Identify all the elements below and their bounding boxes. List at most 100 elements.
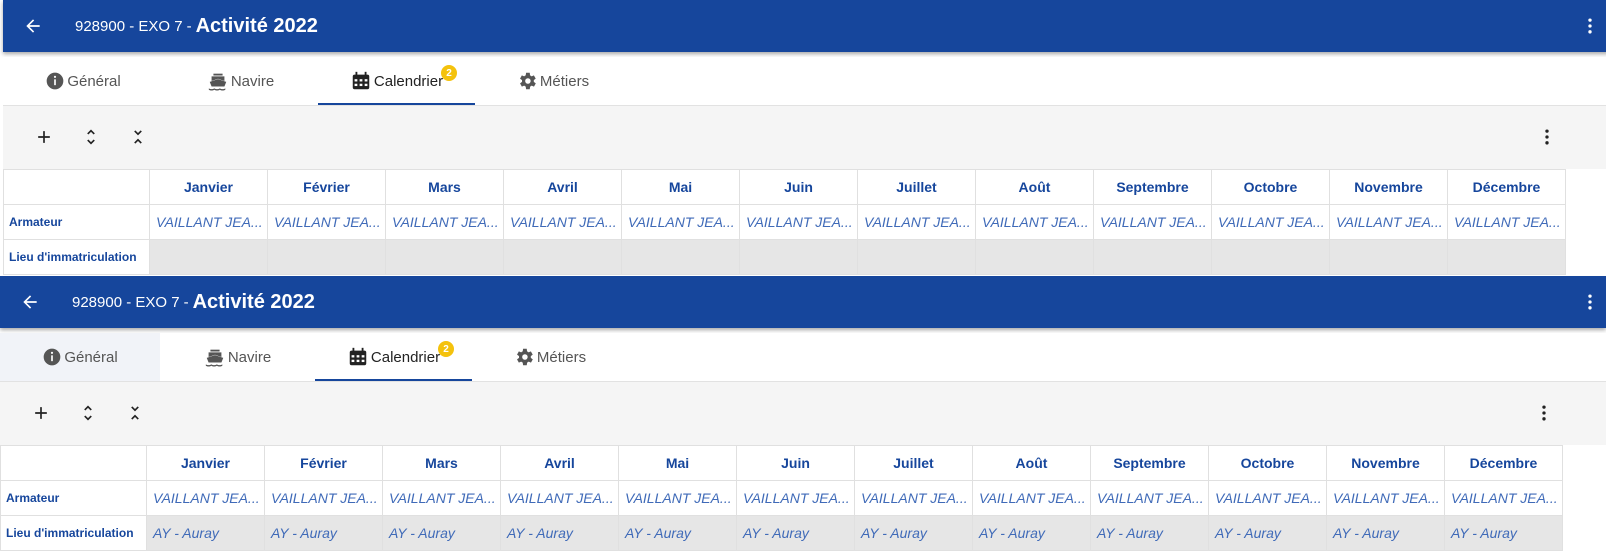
app-bar: 928900 - EXO 7- Activité 2022 — [3, 0, 1606, 52]
month-cell[interactable] — [385, 239, 504, 275]
month-cell[interactable]: VAILLANT JEA... — [382, 480, 501, 516]
month-cell[interactable]: VAILLANT JEA... — [500, 480, 619, 516]
month-cell[interactable]: VAILLANT JEA... — [1444, 480, 1563, 516]
month-cell[interactable]: AY - Auray — [1090, 515, 1209, 551]
month-cell[interactable]: VAILLANT JEA... — [972, 480, 1091, 516]
more-vert-icon[interactable] — [1576, 288, 1604, 316]
more-vert-icon[interactable] — [1532, 122, 1562, 152]
month-cell[interactable]: VAILLANT JEA... — [618, 480, 737, 516]
month-cell[interactable]: VAILLANT JEA... — [267, 204, 386, 240]
month-cell[interactable]: VAILLANT JEA... — [854, 480, 973, 516]
gear-icon — [516, 70, 540, 92]
month-cell[interactable] — [1211, 239, 1330, 275]
month-header: Juillet — [854, 445, 973, 481]
month-cell[interactable]: VAILLANT JEA... — [975, 204, 1094, 240]
month-cell[interactable]: VAILLANT JEA... — [149, 204, 268, 240]
month-cell[interactable]: AY - Auray — [264, 515, 383, 551]
month-header: Septembre — [1093, 169, 1212, 205]
tab-label: Calendrier — [370, 348, 441, 366]
tab-bar: Général Navire Calendrier 2 Métiers — [0, 333, 1606, 382]
month-cell[interactable] — [267, 239, 386, 275]
calendar-toolbar — [0, 382, 1606, 445]
month-cell[interactable]: AY - Auray — [1326, 515, 1445, 551]
tab-general[interactable]: Général — [3, 57, 163, 105]
month-cell[interactable]: VAILLANT JEA... — [264, 480, 383, 516]
month-cell[interactable] — [503, 239, 622, 275]
calendar-grid: Janvier Février Mars Avril Mai Juin Juillet Aoû… — [3, 169, 1606, 275]
tab-label: Métiers — [536, 348, 587, 366]
month-cell[interactable] — [1329, 239, 1448, 275]
tab-badge: 2 — [441, 65, 457, 81]
month-header: Novembre — [1326, 445, 1445, 481]
tab-calendrier[interactable]: Calendrier 2 — [318, 57, 475, 105]
month-cell[interactable]: AY - Auray — [1444, 515, 1563, 551]
tab-general[interactable]: Général — [0, 333, 160, 381]
month-header: Décembre — [1444, 445, 1563, 481]
month-cell[interactable] — [621, 239, 740, 275]
month-header: Septembre — [1090, 445, 1209, 481]
month-cell[interactable] — [975, 239, 1094, 275]
gear-icon — [513, 346, 537, 368]
month-cell[interactable]: VAILLANT JEA... — [385, 204, 504, 240]
month-cell[interactable]: AY - Auray — [972, 515, 1091, 551]
collapse-icon[interactable] — [123, 122, 153, 152]
month-cell[interactable]: VAILLANT JEA... — [1211, 204, 1330, 240]
row-label: Armateur — [0, 480, 147, 516]
calendar-icon — [350, 70, 374, 92]
add-icon[interactable] — [29, 122, 59, 152]
month-header: Janvier — [149, 169, 268, 205]
month-cell[interactable]: VAILLANT JEA... — [736, 480, 855, 516]
expand-icon[interactable] — [73, 398, 103, 428]
month-cell[interactable]: VAILLANT JEA... — [1090, 480, 1209, 516]
tab-navire[interactable]: Navire — [160, 333, 315, 381]
month-header: Avril — [503, 169, 622, 205]
table-row: Lieu d'immatriculation — [3, 239, 1566, 275]
activity-panel-1: 928900 - EXO 7- Activité 2022 Général Navir… — [0, 0, 1606, 276]
month-cell[interactable]: VAILLANT JEA... — [1093, 204, 1212, 240]
ship-icon — [204, 346, 228, 368]
month-cell[interactable]: VAILLANT JEA... — [1208, 480, 1327, 516]
month-cell[interactable]: VAILLANT JEA... — [1329, 204, 1448, 240]
month-cell[interactable]: VAILLANT JEA... — [1447, 204, 1566, 240]
month-cell[interactable]: AY - Auray — [500, 515, 619, 551]
collapse-icon[interactable] — [120, 398, 150, 428]
app-bar: 928900 - EXO 7- Activité 2022 — [0, 276, 1606, 328]
month-header: Juin — [736, 445, 855, 481]
add-icon[interactable] — [26, 398, 56, 428]
info-icon — [45, 71, 67, 91]
month-cell[interactable] — [739, 239, 858, 275]
month-cell[interactable]: VAILLANT JEA... — [621, 204, 740, 240]
tab-metiers[interactable]: Métiers — [472, 333, 627, 381]
month-cell[interactable] — [1093, 239, 1212, 275]
month-cell[interactable]: AY - Auray — [146, 515, 265, 551]
month-cell[interactable]: VAILLANT JEA... — [739, 204, 858, 240]
month-header: Avril — [500, 445, 619, 481]
calendar-toolbar — [3, 106, 1606, 169]
month-header: Octobre — [1208, 445, 1327, 481]
back-arrow-icon[interactable] — [17, 10, 49, 42]
month-cell[interactable]: AY - Auray — [736, 515, 855, 551]
back-arrow-icon[interactable] — [14, 286, 46, 318]
more-vert-icon[interactable] — [1529, 398, 1559, 428]
month-header: Mars — [385, 169, 504, 205]
tab-navire[interactable]: Navire — [163, 57, 318, 105]
month-cell[interactable]: VAILLANT JEA... — [146, 480, 265, 516]
month-cell[interactable] — [857, 239, 976, 275]
month-header: Mars — [382, 445, 501, 481]
more-vert-icon[interactable] — [1576, 12, 1604, 40]
month-cell[interactable] — [1447, 239, 1566, 275]
month-cell[interactable]: AY - Auray — [618, 515, 737, 551]
tab-calendrier[interactable]: Calendrier 2 — [315, 333, 472, 381]
month-cell[interactable]: VAILLANT JEA... — [503, 204, 622, 240]
month-cell[interactable]: AY - Auray — [1208, 515, 1327, 551]
month-cell[interactable]: AY - Auray — [382, 515, 501, 551]
page-title: 928900 - EXO 7- Activité 2022 — [72, 276, 315, 328]
expand-icon[interactable] — [76, 122, 106, 152]
month-cell[interactable] — [149, 239, 268, 275]
tab-metiers[interactable]: Métiers — [475, 57, 630, 105]
month-cell[interactable]: AY - Auray — [854, 515, 973, 551]
month-cell[interactable]: VAILLANT JEA... — [1326, 480, 1445, 516]
month-cell[interactable]: VAILLANT JEA... — [857, 204, 976, 240]
month-header: Février — [267, 169, 386, 205]
corner-cell — [3, 169, 150, 205]
